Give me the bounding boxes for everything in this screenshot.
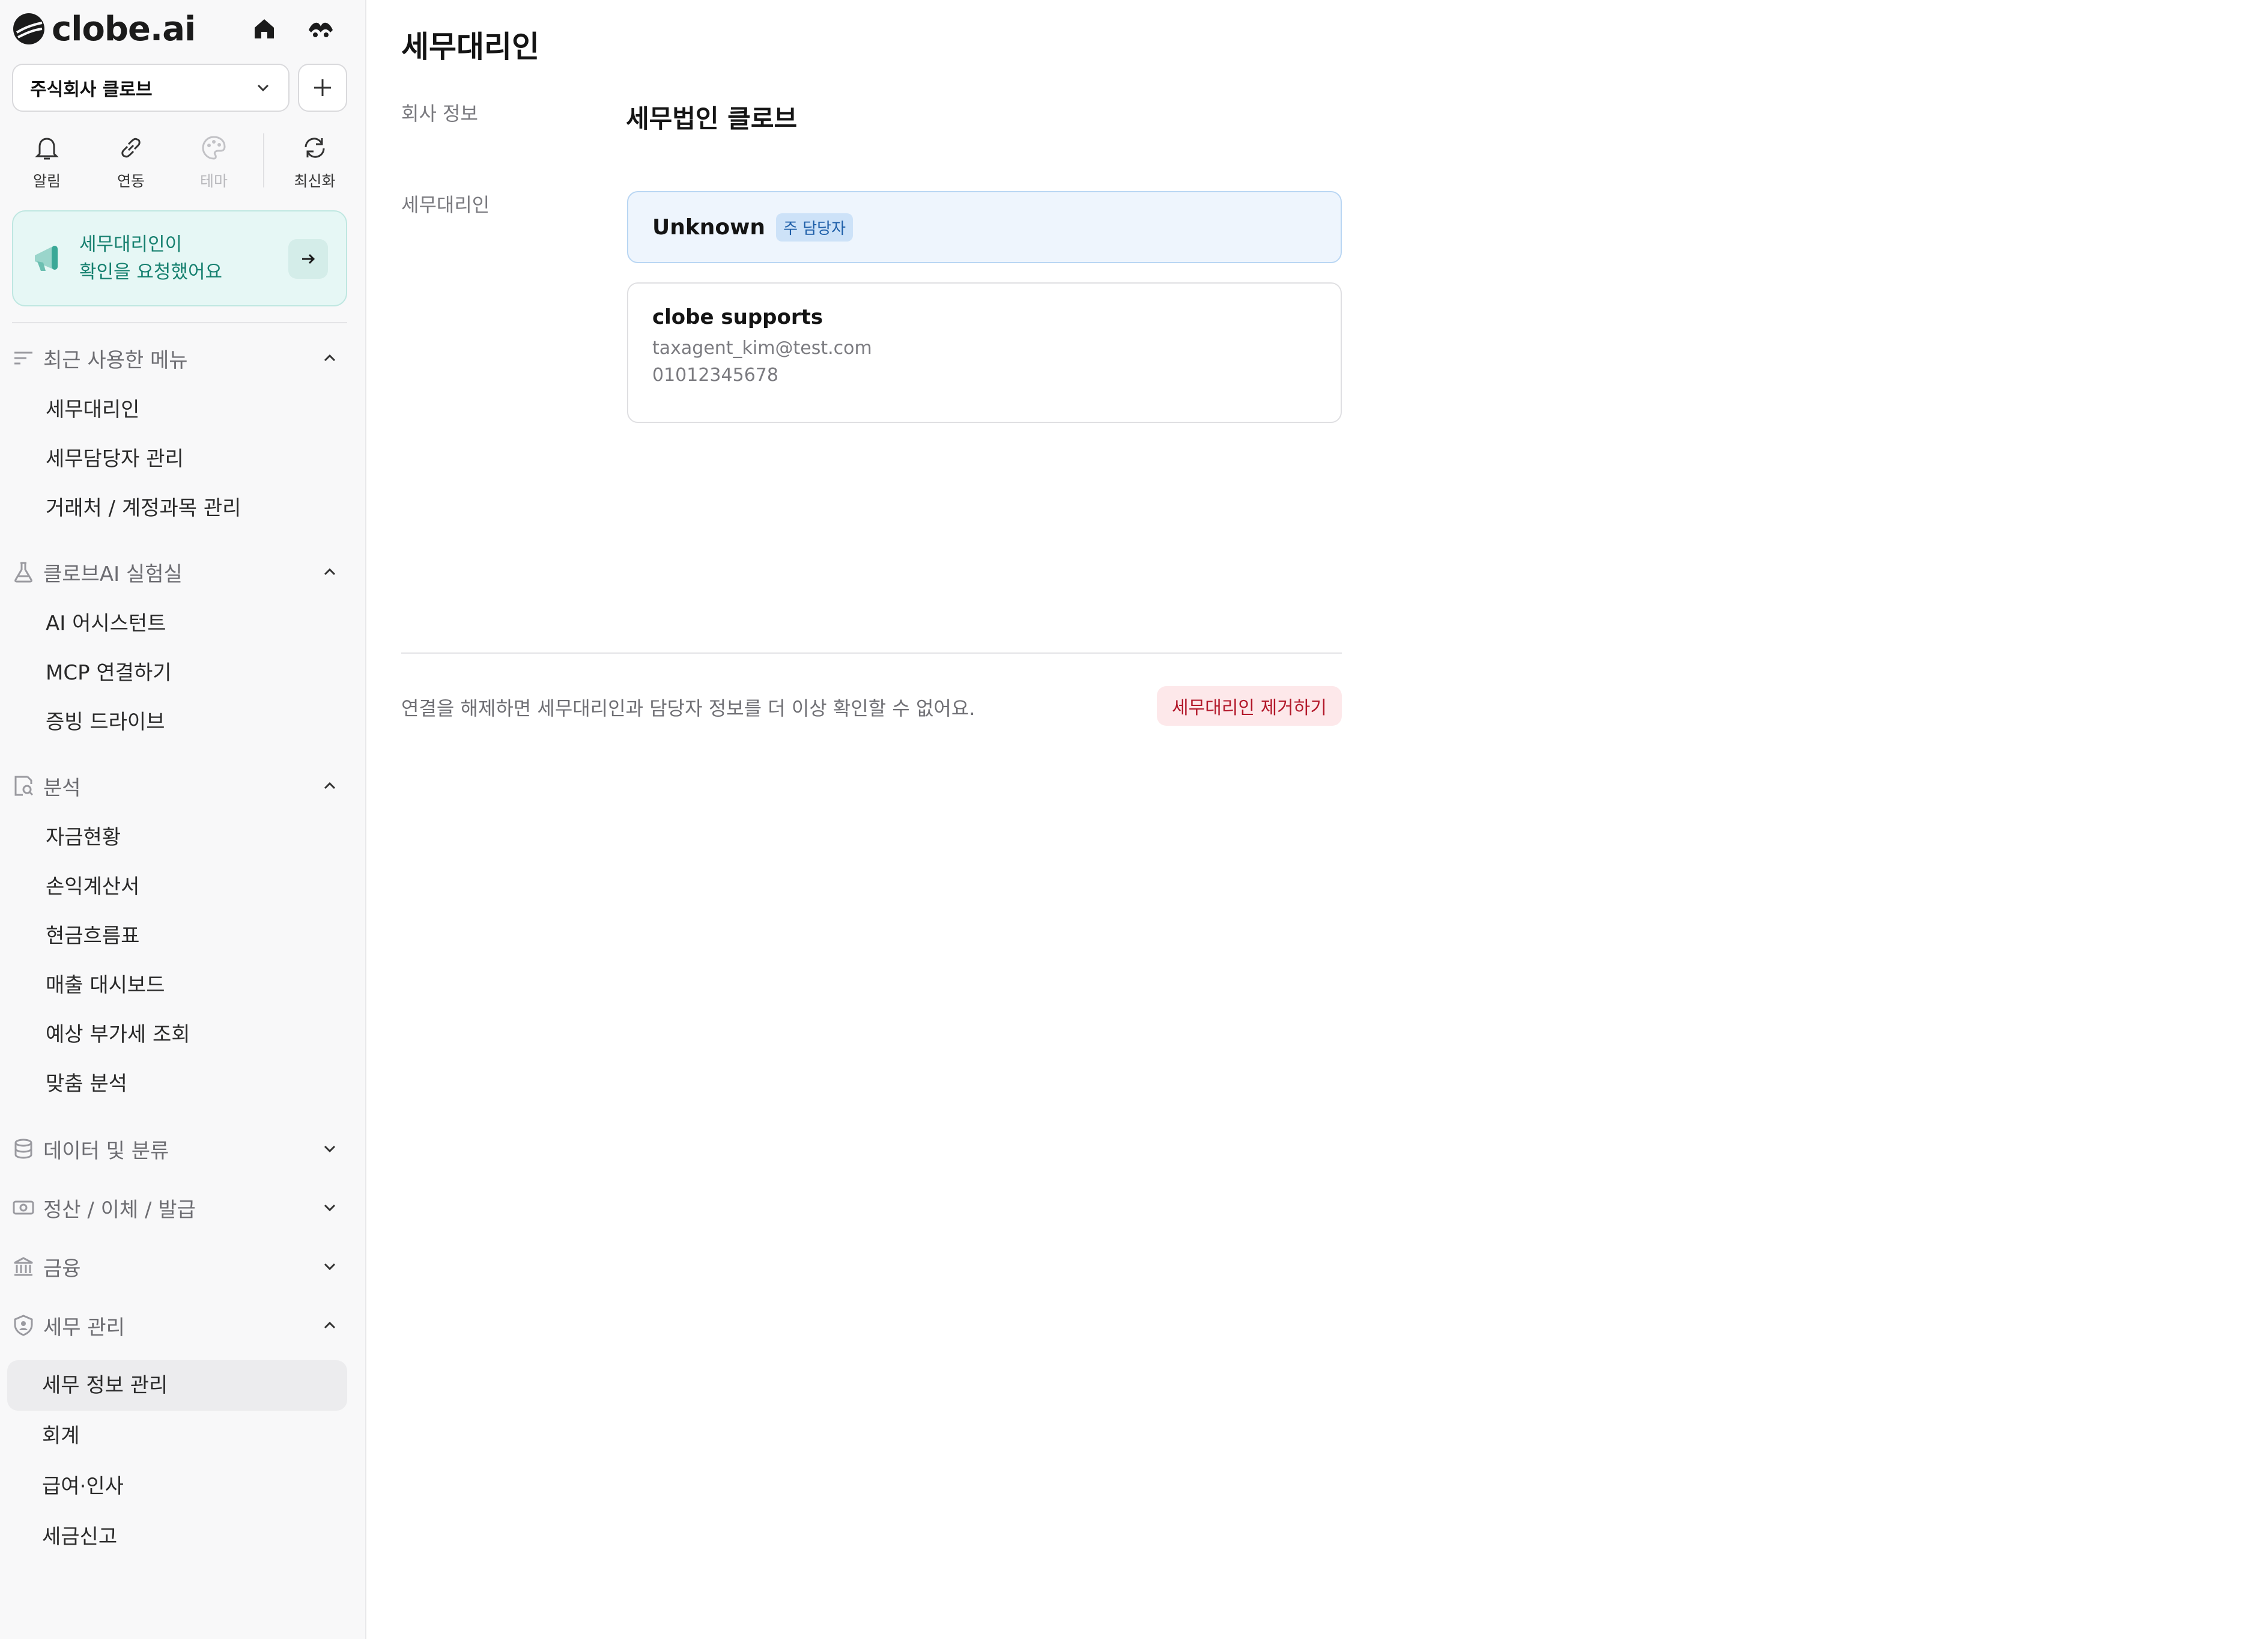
nav-item-payroll-hr[interactable]: 급여·인사	[42, 1470, 124, 1503]
agent-name: clobe supports	[652, 305, 823, 329]
chevron-up-icon	[324, 1321, 336, 1329]
agent-request-banner[interactable]: 세무대리인이 확인을 요청했어요	[12, 210, 347, 306]
palette-icon	[202, 136, 226, 160]
flask-icon	[14, 562, 32, 583]
section-settlement-title: 정산 / 이체 / 발급	[43, 1197, 196, 1222]
cash-icon	[13, 1200, 34, 1215]
chevron-down-icon	[324, 1263, 336, 1271]
home-icon[interactable]	[250, 14, 279, 43]
nav-item-tax-info[interactable]: 세무 정보 관리	[42, 1369, 168, 1402]
refresh-button[interactable]: 최신화	[279, 132, 351, 191]
chevron-up-icon	[324, 568, 336, 576]
nav-item-custom-analysis[interactable]: 맞춤 분석	[46, 1067, 127, 1101]
clobe-logo-icon	[13, 13, 44, 44]
section-lab[interactable]: 클로브AI 실험실	[12, 555, 342, 589]
section-finance[interactable]: 금융	[12, 1250, 342, 1283]
sidebar: clobe.ai 주식회사 클로브 알림 연동 테마 최신화 세무대리인이 확인…	[0, 0, 366, 1639]
disconnect-note: 연결을 해제하면 세무대리인과 담당자 정보를 더 이상 확인할 수 없어요.	[401, 697, 975, 720]
tax-agent-label: 세무대리인	[401, 193, 490, 216]
banner-line2: 확인을 요청했어요	[79, 261, 223, 283]
document-search-icon	[14, 776, 34, 796]
chevron-down-icon	[257, 84, 269, 92]
link-icon	[121, 138, 141, 158]
nav-item-income-statement[interactable]: 손익계산서	[46, 870, 139, 904]
chevron-up-icon	[324, 782, 336, 789]
quick-actions-divider	[263, 133, 264, 187]
chevron-up-icon	[324, 354, 336, 362]
nav-item-tax-manager[interactable]: 세무담당자 관리	[46, 442, 184, 476]
megaphone-icon	[35, 246, 58, 271]
section-data-classification[interactable]: 데이터 및 분류	[12, 1132, 342, 1166]
main-content: 세무대리인 회사 정보 세무법인 클로브 세무대리인 Unknown 주 담당자…	[366, 0, 2268, 1639]
primary-contact-badge: 주 담당자	[776, 213, 854, 242]
nav-item-cash-status[interactable]: 자금현황	[46, 821, 121, 854]
notifications-label: 알림	[32, 172, 61, 190]
integrations-button[interactable]: 연동	[95, 132, 167, 191]
refresh-label: 최신화	[294, 172, 336, 190]
section-recent-menu[interactable]: 최근 사용한 메뉴	[12, 341, 342, 375]
section-recent-title: 최근 사용한 메뉴	[43, 348, 188, 372]
community-icon[interactable]	[306, 14, 335, 43]
database-icon	[14, 1139, 32, 1159]
integrations-label: 연동	[117, 172, 145, 190]
sidebar-divider	[12, 322, 347, 323]
agent-phone: 01012345678	[652, 365, 778, 386]
nav-item-tax-agent-recent[interactable]: 세무대리인	[46, 393, 139, 427]
notifications-button[interactable]: 알림	[11, 132, 83, 191]
agent-email: taxagent_kim@test.com	[652, 338, 872, 359]
chevron-down-icon	[324, 1204, 336, 1212]
bank-icon	[14, 1257, 33, 1276]
nav-item-evidence-drive[interactable]: 증빙 드라이브	[46, 705, 165, 739]
chevron-down-icon	[324, 1145, 336, 1153]
nav-item-expected-vat[interactable]: 예상 부가세 조회	[46, 1018, 190, 1051]
section-tax-management[interactable]: 세무 관리	[12, 1309, 342, 1342]
agent-contact-card[interactable]: clobe supports taxagent_kim@test.com 010…	[627, 282, 1342, 423]
nav-item-tax-filing[interactable]: 세금신고	[42, 1520, 117, 1554]
refresh-icon	[305, 138, 325, 158]
bell-icon	[35, 138, 59, 160]
plus-icon	[314, 79, 331, 96]
page-title: 세무대리인	[401, 29, 539, 64]
content-divider	[401, 652, 1342, 654]
shield-user-icon	[14, 1315, 33, 1336]
theme-button: 테마	[178, 132, 250, 191]
section-analysis-title: 분석	[43, 776, 81, 800]
remove-tax-agent-button[interactable]: 세무대리인 제거하기	[1157, 686, 1342, 726]
company-name: 세무법인 클로브	[626, 104, 798, 133]
primary-contact-card[interactable]: Unknown 주 담당자	[627, 191, 1342, 263]
theme-label: 테마	[199, 172, 228, 190]
add-company-button[interactable]	[298, 64, 347, 112]
nav-item-sales-dashboard[interactable]: 매출 대시보드	[46, 968, 165, 1002]
section-settlement[interactable]: 정산 / 이체 / 발급	[12, 1191, 342, 1224]
company-select[interactable]: 주식회사 클로브	[12, 64, 290, 112]
arrow-right-icon	[302, 254, 315, 264]
nav-item-vendors-accounts[interactable]: 거래처 / 계정과목 관리	[46, 491, 241, 525]
company-info-label: 회사 정보	[401, 102, 478, 125]
section-finance-title: 금융	[43, 1256, 81, 1281]
section-lab-title: 클로브AI 실험실	[43, 562, 183, 586]
nav-item-ai-assistant[interactable]: AI 어시스턴트	[46, 607, 166, 640]
logo-text: clobe.ai	[52, 9, 196, 49]
banner-text: 세무대리인이 확인을 요청했어요	[79, 231, 277, 286]
section-tax-title: 세무 관리	[43, 1315, 125, 1340]
banner-line1: 세무대리인이	[79, 234, 183, 255]
nav-item-cash-flow[interactable]: 현금흐름표	[46, 919, 139, 953]
logo[interactable]: clobe.ai	[12, 9, 354, 49]
section-data-title: 데이터 및 분류	[43, 1139, 169, 1163]
primary-contact-name: Unknown	[652, 214, 766, 240]
section-analysis[interactable]: 분석	[12, 769, 342, 803]
company-select-value: 주식회사 클로브	[30, 79, 153, 100]
nav-item-mcp[interactable]: MCP 연결하기	[46, 656, 172, 690]
nav-item-accounting[interactable]: 회계	[42, 1419, 80, 1453]
banner-go-button[interactable]	[288, 239, 328, 279]
recent-menu-icon	[14, 351, 32, 365]
